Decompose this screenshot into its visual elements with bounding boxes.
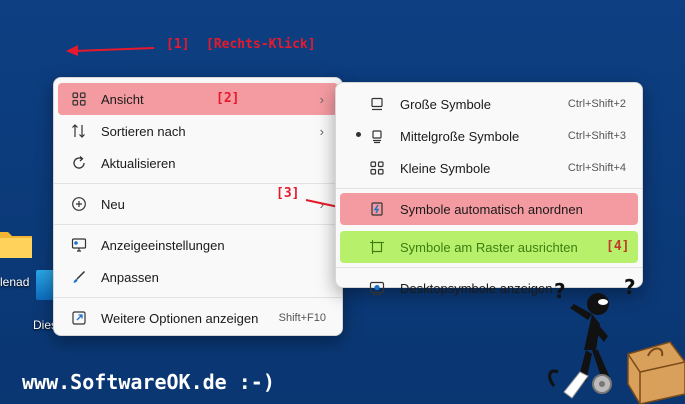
menu-item-shortcut: Shift+F10 bbox=[278, 312, 326, 324]
desktop[interactable]: [1] [Rechts-Klick] lenad Dies Ansicht [2… bbox=[0, 0, 685, 404]
menu-item-ansicht[interactable]: Ansicht [2] › bbox=[58, 83, 338, 115]
submenu-item-label: Symbole am Raster ausrichten bbox=[400, 239, 578, 255]
menu-item-label: Anpassen bbox=[101, 269, 159, 285]
menu-item-label: Aktualisieren bbox=[101, 155, 176, 171]
annotation-step-2: [2] bbox=[216, 91, 240, 106]
grid-icon bbox=[68, 91, 90, 107]
submenu-item-shortcut: Ctrl+Shift+2 bbox=[567, 98, 626, 110]
menu-separator bbox=[336, 267, 642, 268]
menu-item-anpassen[interactable]: Anpassen bbox=[58, 261, 338, 293]
display-settings-icon bbox=[68, 237, 90, 253]
submenu-item-mittelgrosse-symbole[interactable]: Mittelgroße Symbole Ctrl+Shift+3 bbox=[340, 120, 638, 152]
annotation-step-3: [3] bbox=[276, 186, 300, 201]
chevron-right-icon: › bbox=[319, 124, 324, 139]
submenu-item-label: Kleine Symbole bbox=[400, 160, 491, 176]
annotation-step-4: [4] bbox=[606, 239, 630, 254]
desktop-icon-label[interactable]: lenad bbox=[0, 275, 29, 289]
submenu-item-grosse-symbole[interactable]: Große Symbole Ctrl+Shift+2 bbox=[340, 88, 638, 120]
context-menu: Ansicht [2] › Sortieren nach › Aktualisi… bbox=[53, 77, 343, 336]
plus-circle-icon bbox=[68, 196, 90, 212]
menu-separator bbox=[54, 183, 342, 184]
small-icons-icon bbox=[366, 160, 388, 176]
submenu-item-label: Große Symbole bbox=[400, 96, 492, 112]
svg-text:?: ? bbox=[624, 276, 636, 299]
large-icons-icon bbox=[366, 96, 388, 112]
annotation-rechts-klick: [Rechts-Klick] bbox=[206, 37, 316, 52]
view-submenu: Große Symbole Ctrl+Shift+2 Mittelgroße S… bbox=[335, 82, 643, 296]
brush-icon bbox=[68, 269, 90, 285]
menu-item-label: Sortieren nach bbox=[101, 123, 186, 139]
more-options-icon bbox=[68, 310, 90, 326]
align-grid-icon bbox=[366, 239, 388, 255]
auto-arrange-icon bbox=[366, 201, 388, 217]
submenu-item-kleine-symbole[interactable]: Kleine Symbole Ctrl+Shift+4 bbox=[340, 152, 638, 184]
menu-item-label: Ansicht bbox=[101, 91, 144, 107]
menu-item-label: Weitere Optionen anzeigen bbox=[101, 310, 259, 326]
sort-icon bbox=[68, 123, 90, 139]
menu-item-aktualisieren[interactable]: Aktualisieren bbox=[58, 147, 338, 179]
menu-item-anzeigeeinstellungen[interactable]: Anzeigeeinstellungen bbox=[58, 229, 338, 261]
submenu-item-am-raster-ausrichten[interactable]: Symbole am Raster ausrichten [4] bbox=[340, 231, 638, 263]
menu-item-label: Neu bbox=[101, 196, 125, 212]
svg-text:?: ? bbox=[554, 279, 566, 303]
annotation-step-1: [1] bbox=[166, 37, 190, 52]
submenu-item-label: Desktopsymbole anzeigen bbox=[400, 280, 553, 296]
menu-separator bbox=[54, 297, 342, 298]
medium-icons-icon bbox=[366, 128, 388, 144]
submenu-item-shortcut: Ctrl+Shift+4 bbox=[567, 162, 626, 174]
menu-separator bbox=[336, 188, 642, 189]
watermark: www.SoftwareOK.de :-) bbox=[22, 370, 275, 394]
menu-item-label: Anzeigeeinstellungen bbox=[101, 237, 225, 253]
folder-icon[interactable] bbox=[0, 226, 32, 260]
submenu-item-shortcut: Ctrl+Shift+3 bbox=[567, 130, 626, 142]
refresh-icon bbox=[68, 155, 90, 171]
selected-bullet-icon bbox=[356, 132, 361, 137]
arrow-annotation-1 bbox=[66, 45, 155, 56]
menu-item-sortieren[interactable]: Sortieren nach › bbox=[58, 115, 338, 147]
submenu-item-label: Symbole automatisch anordnen bbox=[400, 201, 583, 217]
chevron-right-icon: › bbox=[319, 92, 324, 107]
submenu-item-label: Mittelgroße Symbole bbox=[400, 128, 520, 144]
menu-separator bbox=[54, 224, 342, 225]
submenu-item-automatisch-anordnen[interactable]: Symbole automatisch anordnen bbox=[340, 193, 638, 225]
thinking-figure-icon: ? ? bbox=[548, 276, 685, 404]
show-desktop-icons-icon bbox=[366, 280, 388, 296]
menu-item-weitere-optionen[interactable]: Weitere Optionen anzeigen Shift+F10 bbox=[58, 302, 338, 334]
